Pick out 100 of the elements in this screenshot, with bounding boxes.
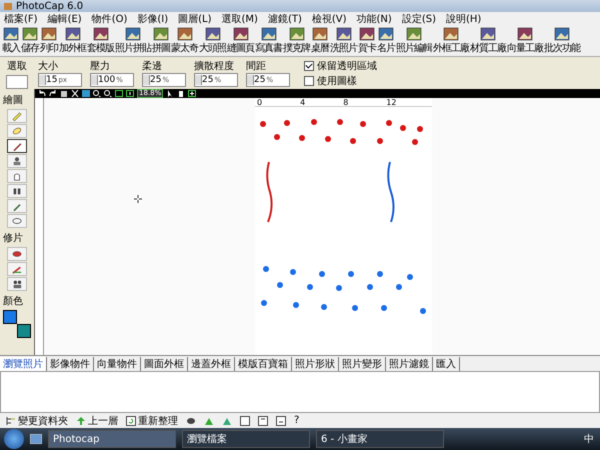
- section-label: 修片: [2, 232, 23, 245]
- frame-icon[interactable]: [240, 416, 250, 426]
- window-title: PhotoCap 6.0: [16, 0, 84, 12]
- tool-button[interactable]: [7, 139, 27, 153]
- image-icon: [359, 27, 375, 41]
- image-icon: [336, 27, 352, 41]
- help-button[interactable]: ?: [294, 415, 300, 426]
- image-icon: [406, 27, 422, 41]
- image-icon: [232, 27, 248, 41]
- toolbar-button[interactable]: 縫圖頁: [227, 27, 254, 55]
- menu-item[interactable]: 選取(M): [222, 12, 258, 26]
- up-arrow-icon: [76, 416, 86, 426]
- taskbar-button[interactable]: Photocap: [48, 430, 176, 448]
- toolbar-button[interactable]: 套模版: [87, 27, 114, 55]
- image-icon: [204, 27, 220, 41]
- section-label: 顏色: [2, 294, 23, 308]
- taskbar-button[interactable]: 瀏覽檔案: [182, 430, 310, 448]
- toolbar-button[interactable]: 變更資料夾: [6, 414, 68, 428]
- toolbar-button[interactable]: 加外框: [59, 27, 86, 55]
- tool-button[interactable]: [7, 184, 27, 198]
- toolbar-button[interactable]: 洗照片: [330, 27, 357, 55]
- tab[interactable]: 瀏覽照片: [0, 356, 47, 370]
- section-label: 繪圖: [2, 94, 23, 107]
- checkbox-label: 使用圖樣: [317, 74, 357, 88]
- refresh-icon: [126, 416, 136, 426]
- toolbar-button[interactable]: 上一層: [76, 414, 118, 428]
- menu-item[interactable]: 檔案(F): [4, 12, 38, 26]
- ruler-label: 12: [386, 98, 396, 106]
- menu-item[interactable]: 功能(N): [356, 12, 392, 26]
- toolbar-button[interactable]: 載入: [2, 27, 20, 55]
- frame-icon[interactable]: [258, 416, 268, 426]
- menu-item[interactable]: 編輯(E): [48, 12, 82, 26]
- image-icon: [176, 27, 192, 41]
- start-button[interactable]: [4, 429, 24, 449]
- option-label: 大小: [38, 60, 59, 73]
- menu-item[interactable]: 圖層(L): [178, 12, 212, 26]
- image-icon: [517, 27, 533, 41]
- taskbar-button[interactable]: 6 - 小畫家: [316, 430, 444, 448]
- app-icon: [4, 2, 12, 10]
- menu-item[interactable]: 影像(I): [137, 12, 168, 26]
- toolbar-button[interactable]: 外框工廠: [433, 27, 469, 55]
- toolbar-button[interactable]: 儲存: [21, 27, 39, 55]
- toolbar-button[interactable]: 照片拼貼: [115, 27, 151, 55]
- ruler-label: 4: [300, 98, 306, 106]
- tool-button[interactable]: [7, 124, 27, 138]
- toolbar-button[interactable]: 桌曆: [311, 27, 329, 55]
- stamp-icon: [11, 156, 23, 166]
- toolbar-button[interactable]: 批次功能: [544, 27, 580, 55]
- image-icon: [312, 27, 328, 41]
- background-color[interactable]: [17, 324, 31, 338]
- toolbar-button[interactable]: 大頭照: [199, 27, 226, 55]
- section-label: 選取: [7, 60, 27, 73]
- folder-tree-icon: [6, 416, 16, 426]
- toolbar-button[interactable]: 寫真書: [255, 27, 282, 55]
- undo-icon: [38, 90, 46, 97]
- input-method-indicator[interactable]: 中: [584, 432, 600, 446]
- toolbar-button[interactable]: 向量工廠: [507, 27, 543, 55]
- tool-button[interactable]: [7, 154, 27, 168]
- ruler-label: 0: [257, 98, 262, 106]
- ruler-label: 8: [343, 98, 348, 106]
- toolbar-button[interactable]: 材質工廠: [470, 27, 506, 55]
- frame-icon[interactable]: [276, 416, 286, 426]
- menu-item[interactable]: 檢視(V): [312, 12, 347, 26]
- image-icon: [92, 27, 108, 41]
- image-icon: [82, 90, 90, 97]
- bars-icon: [11, 186, 23, 196]
- checkbox[interactable]: [304, 76, 314, 86]
- toolbar-button[interactable]: 撲克牌: [283, 27, 310, 55]
- pencil-icon: [11, 141, 23, 151]
- toolbar-button[interactable]: 列印: [40, 27, 58, 55]
- wavy-stroke-drawing: [387, 162, 394, 222]
- toolbar-button[interactable]: 重新整理: [126, 414, 178, 428]
- option-label: 壓力: [90, 60, 111, 73]
- toolbar-button[interactable]: 賀卡: [358, 27, 376, 55]
- eraser-icon: [11, 126, 23, 136]
- image-icon: [41, 27, 57, 41]
- menu-item[interactable]: 設定(S): [402, 12, 436, 26]
- menu-item[interactable]: 說明(H): [446, 12, 482, 26]
- tool-button[interactable]: [7, 277, 27, 291]
- toolbar-button[interactable]: 照片編輯: [396, 27, 432, 55]
- tool-button[interactable]: [7, 247, 27, 261]
- toolbar-button[interactable]: 名片: [377, 27, 395, 55]
- image-icon: [260, 27, 276, 41]
- tool-button[interactable]: [7, 199, 27, 213]
- paste-icon: [60, 90, 68, 97]
- rectangle-select-tool[interactable]: [6, 75, 28, 89]
- foreground-color[interactable]: [3, 310, 17, 324]
- menu-item[interactable]: 物件(O): [92, 12, 128, 26]
- people-icon: [11, 279, 23, 289]
- menu-item[interactable]: 濾鏡(T): [268, 12, 302, 26]
- image-icon: [378, 27, 394, 41]
- toolbar-button[interactable]: 蒙太奇: [171, 27, 198, 55]
- image-icon: [22, 27, 38, 41]
- checkbox[interactable]: [304, 61, 314, 71]
- toolbar-button[interactable]: 拼圖: [152, 27, 170, 55]
- ellipse-icon: [11, 216, 23, 226]
- tool-button[interactable]: [7, 214, 27, 228]
- brush-icon: [11, 264, 23, 274]
- wavy-stroke-drawing: [266, 162, 273, 222]
- image-icon: [480, 27, 496, 41]
